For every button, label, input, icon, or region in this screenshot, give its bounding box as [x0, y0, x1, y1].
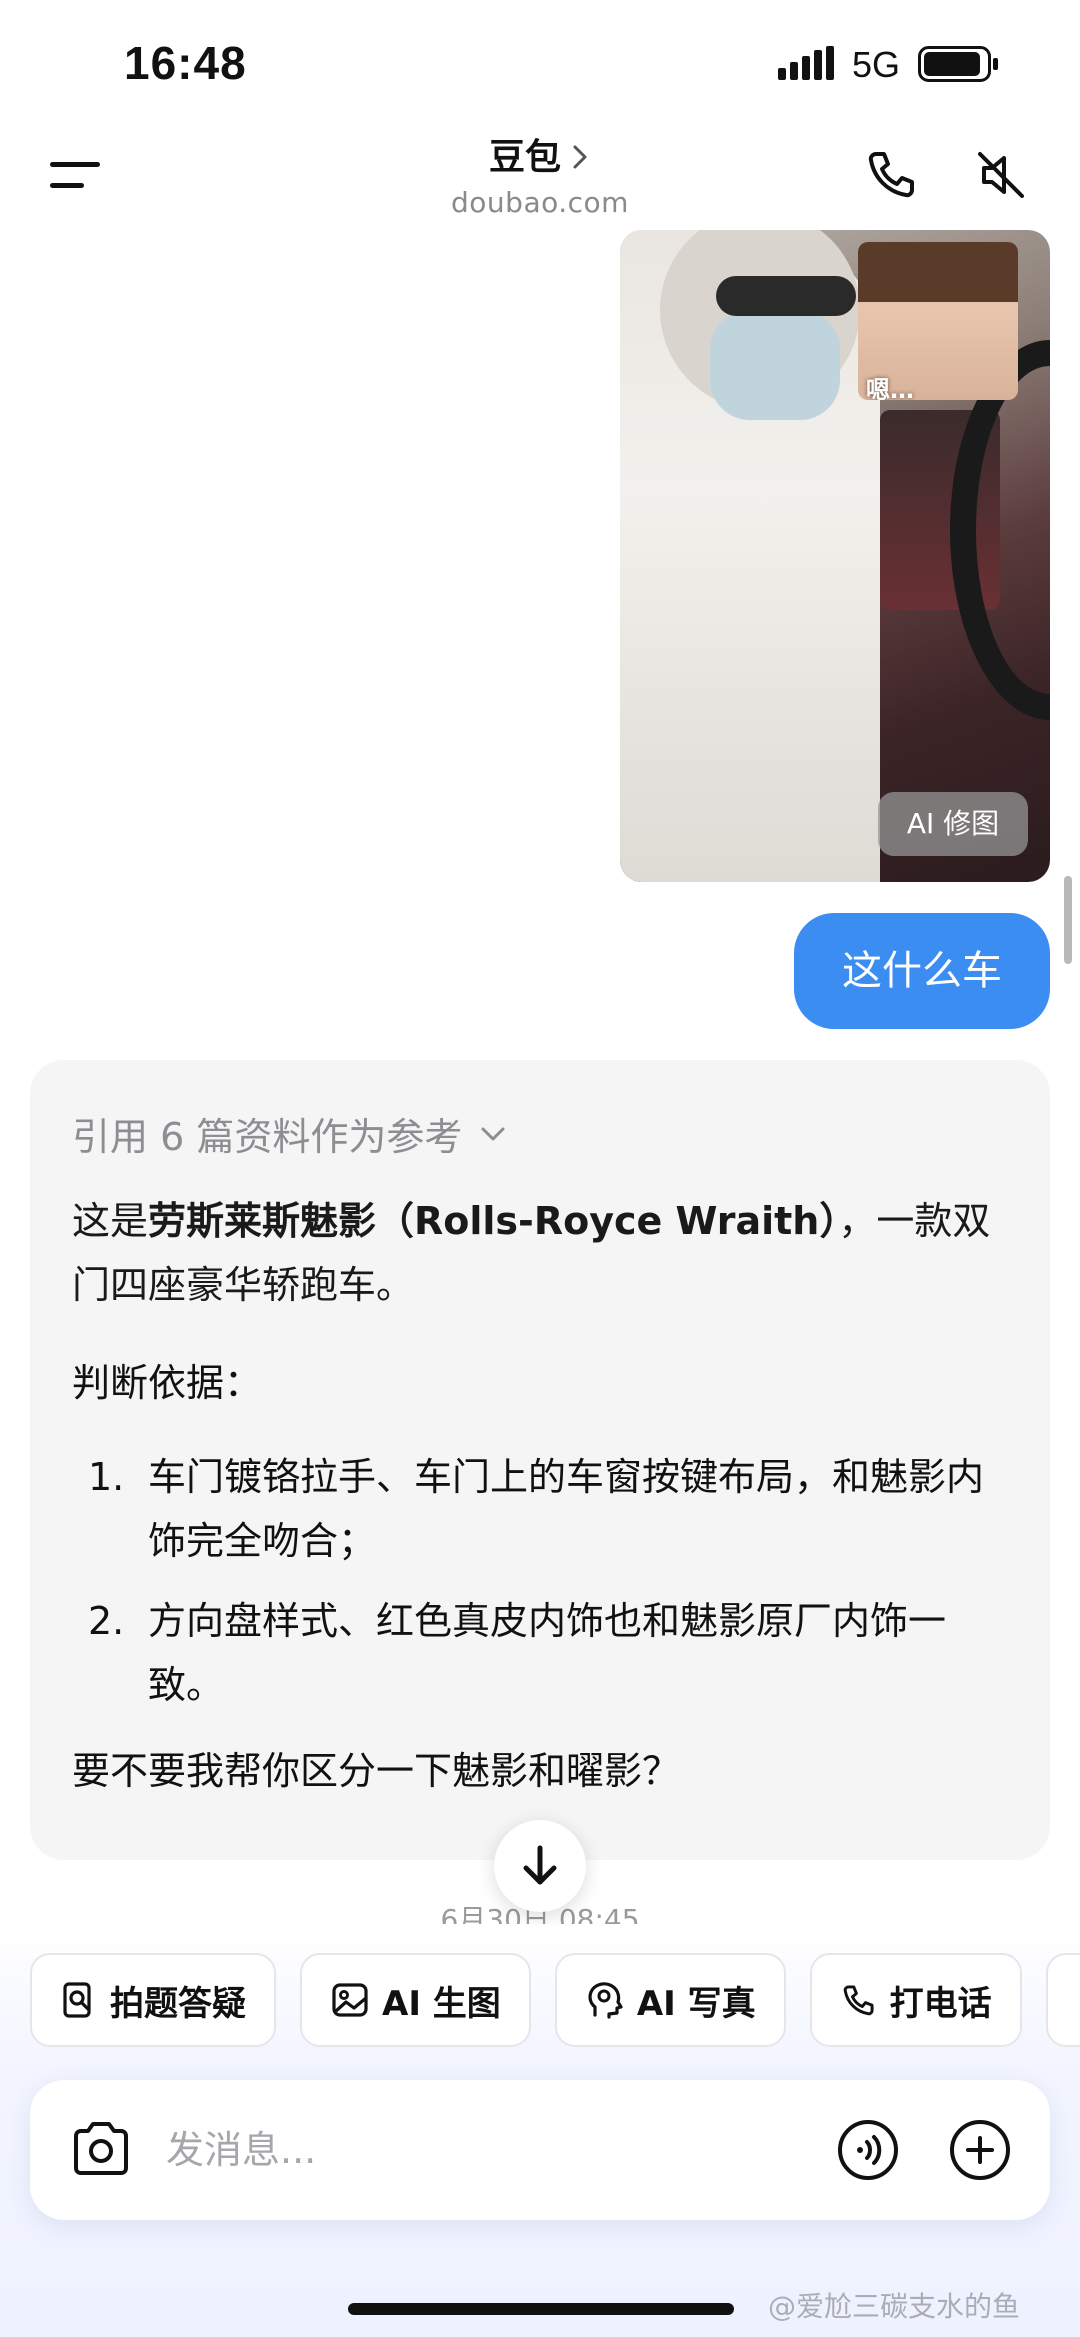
chip-photo-qa[interactable]: 拍题答疑	[30, 1953, 276, 2047]
list-text: 方向盘样式、红色真皮内饰也和魅影原厂内饰一致。	[148, 1599, 947, 1707]
arrow-down-icon	[523, 1845, 557, 1885]
pip-sticker: 嗯…	[858, 242, 1018, 400]
answer-list: 1. 车门镀铬拉手、车门上的车窗按键布局，和魅影内饰完全吻合； 2. 方向盘样式…	[72, 1445, 1008, 1717]
phone-icon[interactable]	[866, 148, 918, 200]
signal-icon	[778, 46, 834, 80]
chat-title[interactable]: 豆包	[489, 128, 561, 180]
assistant-answer-card: 引用 6 篇资料作为参考 这是劳斯莱斯魅影（Rolls-Royce Wraith…	[30, 1060, 1050, 1860]
network-type: 5G	[852, 44, 901, 85]
chat-title-area[interactable]: 豆包 doubao.com	[340, 128, 740, 219]
composer-area: 拍题答疑 AI 生图 AI 写真 打电话 发消息... @爱尬三碳支水的鱼	[0, 1925, 1080, 2337]
answer-subhead: 判断依据：	[72, 1361, 263, 1405]
chip-label: 打电话	[889, 1983, 992, 2024]
chat-header: 豆包 doubao.com	[0, 120, 1080, 230]
list-item: 1. 车门镀铬拉手、车门上的车窗按键布局，和魅影内饰完全吻合；	[72, 1445, 1008, 1573]
answer-closing: 要不要我帮你区分一下魅影和曜影？	[72, 1749, 681, 1793]
message-input-bar	[30, 2080, 1050, 2220]
chevron-down-icon	[481, 1127, 505, 1140]
image-icon	[332, 1983, 368, 2017]
references-toggle[interactable]: 引用 6 篇资料作为参考	[72, 1106, 1008, 1161]
portrait-icon	[588, 1982, 623, 2019]
camera-icon[interactable]	[70, 2120, 132, 2178]
phone-icon	[843, 1985, 874, 2016]
status-time: 16:48	[124, 37, 247, 89]
quick-actions: 拍题答疑 AI 生图 AI 写真 打电话	[30, 1953, 1080, 2047]
speaker-mute-icon[interactable]	[974, 148, 1028, 202]
status-bar: 16:48 5G	[0, 0, 1080, 120]
chip-call[interactable]: 打电话	[809, 1953, 1022, 2047]
scroll-to-bottom-button[interactable]	[494, 1820, 586, 1912]
battery-icon	[918, 46, 998, 82]
scrollbar-thumb[interactable]	[1064, 876, 1072, 964]
list-text: 车门镀铬拉手、车门上的车窗按键布局，和魅影内饰完全吻合；	[148, 1455, 985, 1563]
person-sunglasses	[716, 276, 856, 316]
chip-label: AI 生图	[382, 1983, 501, 2024]
list-number: 1.	[88, 1455, 125, 1499]
pip-label: 嗯…	[866, 376, 914, 400]
intro-bold: 劳斯莱斯魅影（Rolls-Royce Wraith）	[148, 1199, 839, 1243]
answer-intro: 这是劳斯莱斯魅影（Rolls-Royce Wraith），一款双门四座豪华轿跑车…	[72, 1189, 1008, 1317]
chevron-right-icon	[573, 145, 587, 169]
chip-ai-portrait[interactable]: AI 写真	[554, 1953, 786, 2047]
list-item: 2. 方向盘样式、红色真皮内饰也和魅影原厂内饰一致。	[72, 1589, 1008, 1717]
pip-hair	[858, 242, 1018, 302]
ai-edit-button[interactable]: AI 修图	[878, 792, 1028, 856]
message-input[interactable]	[166, 2120, 726, 2180]
intro-prefix: 这是	[72, 1199, 149, 1243]
references-label: 引用 6 篇资料作为参考	[72, 1115, 463, 1159]
plus-icon[interactable]	[948, 2118, 1012, 2182]
chip-label: 拍题答疑	[110, 1983, 246, 2024]
home-indicator[interactable]	[348, 2303, 734, 2315]
chip-label: AI 写真	[636, 1983, 756, 2024]
voice-icon[interactable]	[836, 2118, 900, 2182]
person-mask	[710, 310, 840, 420]
menu-icon[interactable]	[50, 158, 102, 192]
watermark: @爱尬三碳支水的鱼	[768, 2290, 1021, 2323]
list-number: 2.	[88, 1599, 125, 1643]
search-doc-icon	[63, 1982, 91, 2018]
chip-ai-image[interactable]: AI 生图	[300, 1953, 531, 2047]
chip-more[interactable]	[1045, 1953, 1080, 2047]
chat-domain: doubao.com	[451, 186, 629, 219]
sent-photo[interactable]: 嗯… AI 修图	[620, 230, 1050, 882]
user-message-bubble[interactable]: 这什么车	[794, 913, 1050, 1029]
